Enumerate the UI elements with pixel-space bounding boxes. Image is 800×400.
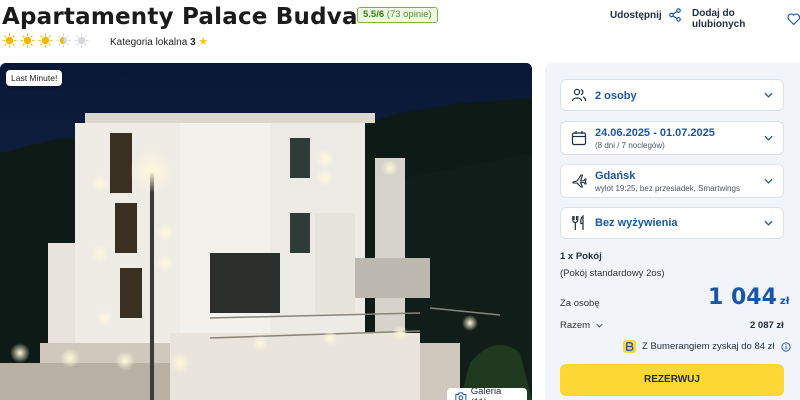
per-person-label: Za osobę xyxy=(560,298,600,309)
departure-select[interactable]: Gdańsk wylot 19:25, bez przesiadek, Smar… xyxy=(560,164,784,198)
total-label: Razem xyxy=(560,320,591,331)
hotel-title: Apartamenty Palace Budva xyxy=(2,4,358,30)
chevron-down-icon xyxy=(764,135,773,141)
sun-rating xyxy=(2,33,89,48)
sun-icon xyxy=(38,33,53,48)
share-label: Udostępnij xyxy=(610,9,662,21)
local-category: Kategoria lokalna 3 ★ xyxy=(110,35,208,48)
hotel-night-image xyxy=(0,63,532,400)
rating-score: 5.5/6 xyxy=(363,9,385,20)
bumerang-text: Z Bumerangiem zyskaj do 84 zł xyxy=(642,341,775,352)
star-icon: ★ xyxy=(198,36,209,48)
total-toggle[interactable]: Razem xyxy=(560,320,603,331)
sun-icon xyxy=(20,33,35,48)
chevron-down-icon xyxy=(764,92,773,98)
share-button[interactable]: Udostępnij xyxy=(610,8,682,22)
price-currency: zł xyxy=(779,296,790,307)
dates-select[interactable]: 24.06.2025 - 01.07.2025 (8 dni / 7 nocle… xyxy=(560,121,784,155)
add-to-favorites-button[interactable]: Dodaj do ulubionych xyxy=(692,8,800,30)
users-icon xyxy=(571,88,587,102)
room-type: (Pokój standardowy 2os) xyxy=(560,268,665,279)
half-sun-icon xyxy=(56,33,71,48)
rating-badge[interactable]: 5.5/6 (73 opinie) xyxy=(357,7,438,23)
persons-value: 2 osoby xyxy=(595,90,637,102)
room-count: 1 x Pokój xyxy=(560,251,602,262)
last-minute-badge: Last Minute! xyxy=(6,70,63,86)
chevron-down-icon xyxy=(764,220,773,226)
gallery-label: Galeria (11) xyxy=(470,386,502,400)
hotel-photo[interactable] xyxy=(0,63,532,400)
bumerang-info: Z Bumerangiem zyskaj do 84 zł xyxy=(623,340,791,353)
sun-icon xyxy=(2,33,17,48)
total-value: 2 087 zł xyxy=(750,320,784,331)
gallery-button[interactable]: Galeria (11) xyxy=(447,386,527,400)
dates-detail: (8 dni / 7 noclegów) xyxy=(595,141,665,150)
price-value: 1 044 xyxy=(708,285,777,310)
rating-reviews: (73 opinie) xyxy=(386,9,432,20)
reserve-button[interactable]: REZERWUJ xyxy=(560,364,784,396)
airplane-icon xyxy=(572,174,587,188)
chevron-down-icon xyxy=(764,178,773,184)
heart-icon xyxy=(787,13,800,26)
departure-detail: wylot 19:25, bez przesiadek, Smartwings xyxy=(595,184,740,193)
calendar-icon xyxy=(571,131,587,146)
board-value: Bez wyżywienia xyxy=(595,217,678,229)
favorite-label: Dodaj do ulubionych xyxy=(692,8,746,30)
info-icon[interactable] xyxy=(780,341,791,352)
bumerang-logo-icon xyxy=(623,340,636,353)
cutlery-icon xyxy=(572,215,584,230)
category-label: Kategoria lokalna xyxy=(110,37,188,48)
share-icon xyxy=(668,8,681,22)
per-person-price: 1 044 zł xyxy=(708,285,789,310)
dates-value: 24.06.2025 - 01.07.2025 xyxy=(595,127,715,139)
departure-city: Gdańsk xyxy=(595,170,636,182)
chevron-down-icon xyxy=(596,323,603,328)
camera-icon xyxy=(455,392,467,400)
board-select[interactable]: Bez wyżywienia xyxy=(560,207,784,239)
empty-sun-icon xyxy=(74,33,89,48)
persons-select[interactable]: 2 osoby xyxy=(560,79,784,111)
category-value: 3 xyxy=(190,37,196,48)
